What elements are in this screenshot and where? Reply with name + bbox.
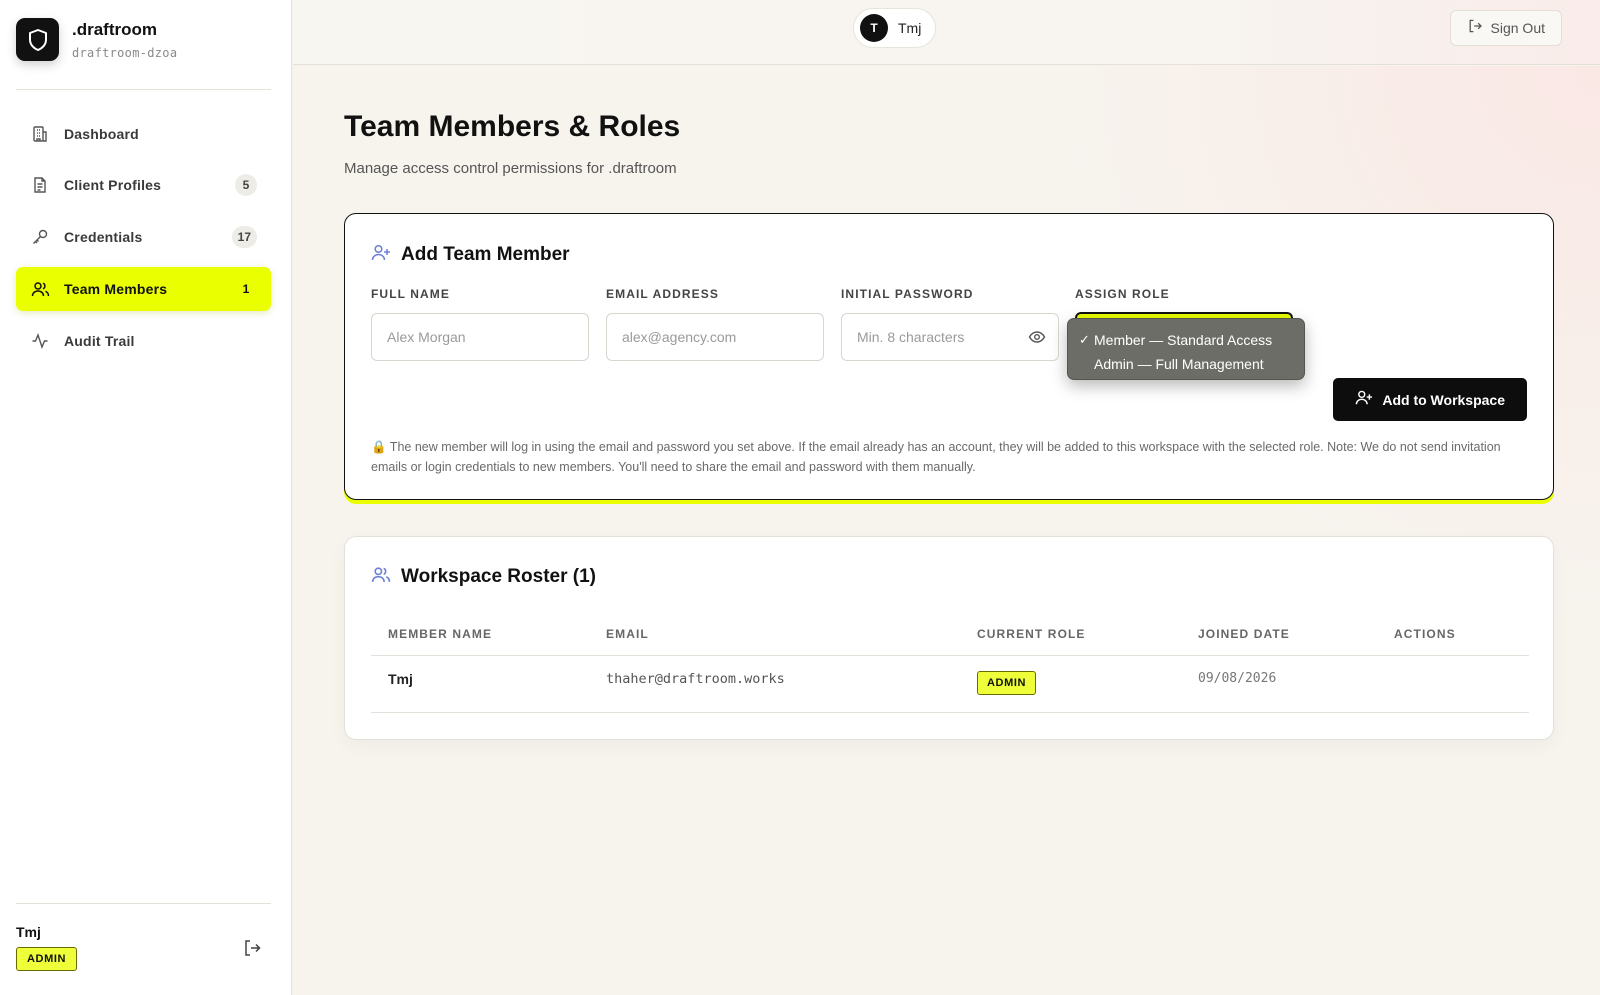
table-divider [371,655,1529,656]
workspace-roster-card: Workspace Roster (1) MEMBER NAME EMAIL C… [344,536,1554,740]
user-name: Tmj [898,20,922,36]
role-option-admin[interactable]: Admin — Full Management [1079,352,1304,376]
brand-name: .draftroom [72,19,157,39]
card-header: Workspace Roster (1) [371,565,596,589]
sidebar-divider [16,903,271,904]
avatar: T [860,14,888,42]
count-badge: 17 [231,226,257,248]
brand-slug: draftroom-dzoa [72,45,178,60]
document-icon [30,175,50,195]
card-title: Add Team Member [401,244,570,265]
sign-out-label: Sign Out [1490,20,1545,36]
role-badge: ADMIN [16,947,78,971]
member-email: thaher@draftroom.works [606,671,785,687]
user-menu[interactable]: T Tmj [853,8,937,48]
sidebar-item-label: Audit Trail [64,333,135,349]
sidebar-item-audit-trail[interactable]: Audit Trail [16,319,271,363]
sign-out-button[interactable]: Sign Out [1449,10,1562,46]
sidebar-item-label: Credentials [64,229,143,245]
key-icon [30,227,50,247]
member-name: Tmj [388,671,413,687]
column-header: JOINED DATE [1198,627,1290,641]
page-title: Team Members & Roles [344,110,681,143]
add-button-label: Add to Workspace [1382,391,1505,408]
role-badge: ADMIN [977,671,1037,695]
user-plus-icon [371,243,391,267]
table-divider [371,712,1529,713]
sidebar-item-credentials[interactable]: Credentials 17 [16,215,271,259]
check-icon: ✓ [1079,332,1090,347]
users-icon [30,279,50,299]
add-to-workspace-button[interactable]: Add to Workspace [1333,378,1527,421]
sidebar-item-label: Dashboard [64,126,139,142]
role-option-member[interactable]: ✓ Member — Standard Access [1079,328,1304,352]
sidebar-user-name: Tmj [16,924,41,940]
shield-icon [16,18,59,61]
column-header: ACTIONS [1394,627,1456,641]
user-plus-icon [1355,389,1373,411]
sidebar-item-client-profiles[interactable]: Client Profiles 5 [16,163,271,207]
page-subtitle: Manage access control permissions for .d… [344,160,677,177]
role-label: ASSIGN ROLE [1075,287,1170,301]
full-name-input[interactable]: Alex Morgan [371,313,589,361]
main-content [293,66,1600,995]
full-name-label: FULL NAME [371,287,451,301]
logout-icon[interactable] [242,938,262,963]
email-label: EMAIL ADDRESS [606,287,719,301]
eye-icon[interactable] [1028,328,1046,349]
sidebar-item-label: Team Members [64,281,168,297]
building-icon [30,124,50,144]
email-input[interactable]: alex@agency.com [606,313,824,361]
sidebar-nav: Dashboard Client Profiles 5 Credentials … [16,112,271,371]
brand[interactable]: .draftroom draftroom-dzoa [16,18,177,61]
sidebar-divider [16,89,271,90]
card-title: Workspace Roster (1) [401,566,596,587]
sidebar-item-dashboard[interactable]: Dashboard [16,112,271,156]
count-badge: 5 [235,174,257,196]
sidebar-item-team-members[interactable]: Team Members 1 [16,267,271,311]
column-header: CURRENT ROLE [977,627,1086,641]
card-header: Add Team Member [371,243,570,267]
option-label: Member — Standard Access [1094,332,1273,348]
sidebar: .draftroom draftroom-dzoa Dashboard Clie… [0,0,292,995]
password-input[interactable]: Min. 8 characters [841,313,1059,361]
option-label: Admin — Full Management [1094,356,1264,372]
password-label: INITIAL PASSWORD [841,287,974,301]
password-placeholder: Min. 8 characters [857,329,965,345]
add-member-card: Add Team Member FULL NAME Alex Morgan EM… [344,213,1554,500]
notice-text: 🔒 The new member will log in using the e… [371,440,1501,474]
activity-icon [30,331,50,351]
column-header: EMAIL [606,627,649,641]
role-dropdown: ✓ Member — Standard Access Admin — Full … [1067,318,1305,380]
logout-icon [1467,18,1483,39]
sidebar-item-label: Client Profiles [64,177,162,193]
sidebar-user: Tmj ADMIN [16,924,78,971]
users-icon [371,565,391,589]
topbar: T Tmj Sign Out [293,0,1600,65]
joined-date: 09/08/2026 [1198,671,1277,686]
count-badge: 1 [235,278,257,300]
column-header: MEMBER NAME [388,627,493,641]
